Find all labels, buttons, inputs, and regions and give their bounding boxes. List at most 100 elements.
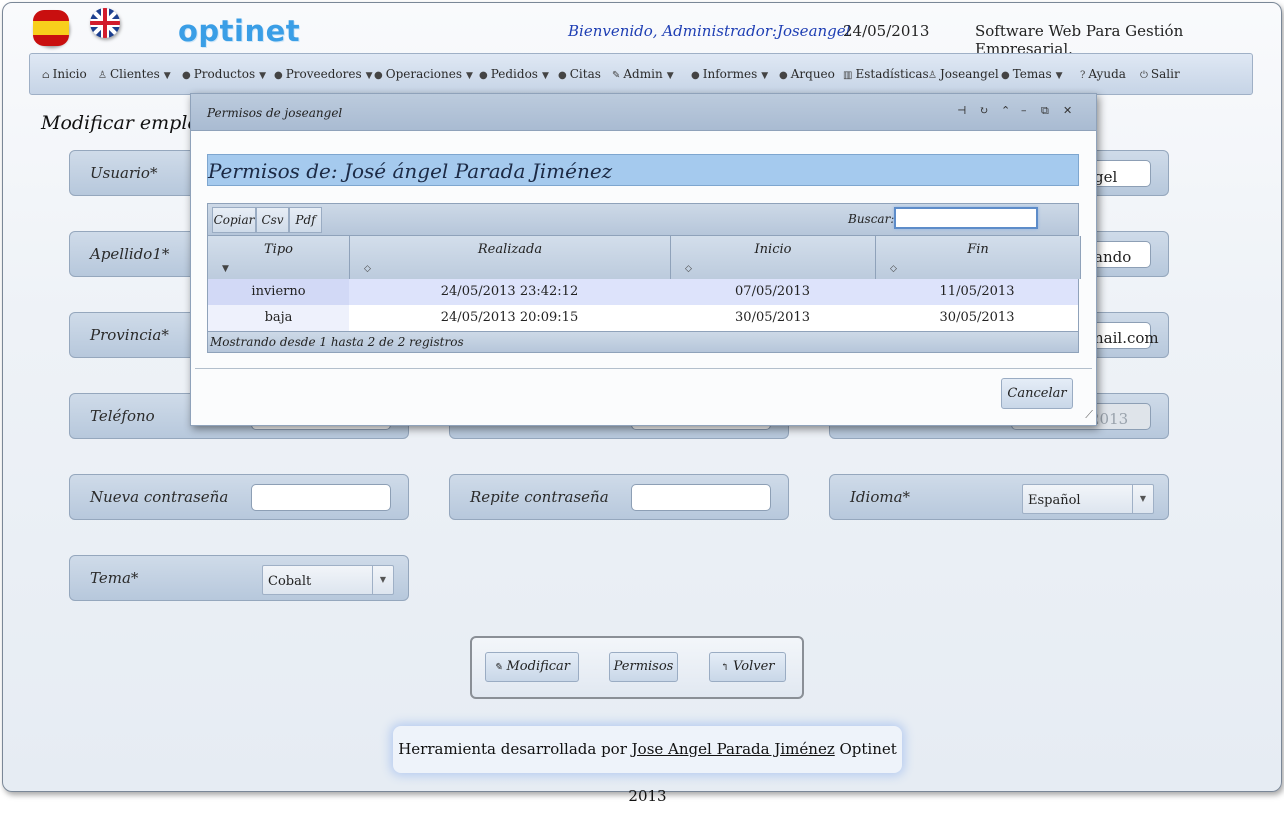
maximize-icon[interactable]: ⧉	[1041, 104, 1049, 118]
menu-informes[interactable]: ● Informes ▼	[691, 67, 768, 81]
col-inicio[interactable]: Inicio ◇	[671, 236, 876, 279]
sort-icon: ◇	[685, 264, 692, 274]
apellido1-label: Apellido1*	[90, 245, 170, 263]
idioma-select-value: Español	[1028, 493, 1081, 508]
menu-estadisticas-label: Estadísticas	[855, 67, 929, 81]
bullet-icon: ●	[374, 70, 383, 81]
col-realizada-label: Realizada	[477, 242, 543, 257]
field-idioma: Idioma* Español ▼	[829, 474, 1169, 520]
col-tipo[interactable]: Tipo ▼	[208, 236, 350, 279]
sort-icon: ◇	[364, 264, 371, 274]
menu-arqueo-label: Arqueo	[790, 67, 835, 81]
back-arrow-icon: ↰	[720, 662, 729, 673]
csv-button[interactable]: Csv	[256, 207, 289, 233]
modificar-button[interactable]: ✎ Modificar	[485, 652, 579, 682]
idioma-label: Idioma*	[850, 488, 911, 506]
menu-pedidos-label: Pedidos	[490, 67, 538, 81]
field-nueva-contrasena: Nueva contraseña	[69, 474, 409, 520]
menu-user-label: Joseangel	[939, 67, 999, 81]
chevron-down-icon: ▼	[541, 71, 549, 81]
dialog-titlebar[interactable]: Permisos de joseangel ⊣ ↻ ⌃ – ⧉ ✕	[191, 94, 1096, 131]
chevron-down-icon: ▼	[761, 71, 769, 81]
col-realizada[interactable]: Realizada ◇	[350, 236, 671, 279]
menu-clientes-label: Clientes	[109, 67, 160, 81]
cancel-button[interactable]: Cancelar	[1001, 378, 1073, 409]
menu-temas-label: Temas	[1012, 67, 1052, 81]
copiar-button[interactable]: Copiar	[212, 207, 256, 233]
chevron-down-icon: ▼	[365, 71, 373, 81]
footer-author-link[interactable]: Jose Angel Parada Jiménez	[632, 740, 835, 758]
usuario-label: Usuario*	[90, 164, 158, 182]
idioma-select[interactable]: Español ▼	[1022, 484, 1154, 514]
spanish-flag-icon[interactable]	[33, 10, 69, 46]
tema-select-value: Cobalt	[268, 574, 312, 589]
nueva-contrasena-label: Nueva contraseña	[90, 488, 229, 506]
menu-citas-label: Citas	[569, 67, 601, 81]
pin-icon[interactable]: ⊣	[957, 104, 966, 117]
table-row[interactable]: invierno 24/05/2013 23:42:12 07/05/2013 …	[207, 279, 1079, 305]
bullet-icon: ●	[558, 70, 567, 81]
chart-icon: ▥	[843, 70, 853, 81]
permisos-button[interactable]: Permisos	[609, 652, 678, 682]
menu-clientes[interactable]: ♙ Clientes ▼	[98, 67, 171, 81]
sort-icon: ◇	[890, 264, 897, 274]
cell-realizada: 24/05/2013 20:09:15	[440, 310, 579, 325]
footer: Herramienta desarrollada por Jose Angel …	[393, 726, 902, 805]
search-input[interactable]	[894, 207, 1038, 229]
cell-tipo: baja	[208, 305, 349, 331]
menu-estadisticas[interactable]: ▥ Estadísticas	[843, 67, 929, 81]
chevron-down-icon: ▼	[372, 566, 393, 594]
menu-pedidos[interactable]: ● Pedidos ▼	[479, 67, 549, 81]
telefono-label: Teléfono	[90, 407, 155, 425]
pdf-button[interactable]: Pdf	[289, 207, 322, 233]
menu-operaciones-label: Operaciones	[385, 67, 463, 81]
bullet-icon: ●	[274, 70, 283, 81]
menu-ayuda-label: Ayuda	[1088, 67, 1126, 81]
english-flag-icon[interactable]	[90, 8, 120, 38]
welcome-text: Bienvenido, Administrador:Joseangel	[568, 22, 851, 40]
menu-salir[interactable]: ⏻ Salir	[1140, 67, 1180, 81]
col-tipo-label: Tipo	[264, 242, 293, 257]
provincia-label: Provincia*	[90, 326, 169, 344]
menu-citas[interactable]: ● Citas	[558, 67, 601, 81]
footer-prefix: Herramienta desarrollada por	[398, 740, 632, 758]
chevron-down-icon: ▼	[466, 71, 473, 81]
menu-inicio[interactable]: ⌂ Inicio	[42, 67, 87, 81]
cell-fin: 30/05/2013	[939, 310, 1015, 325]
wrench-icon: ✎	[612, 70, 621, 81]
user-icon: ♙	[98, 70, 107, 81]
volver-button[interactable]: ↰ Volver	[709, 652, 786, 682]
menu-productos-label: Productos	[193, 67, 256, 81]
table-row[interactable]: baja 24/05/2013 20:09:15 30/05/2013 30/0…	[207, 305, 1079, 331]
field-repite-contrasena: Repite contraseña	[449, 474, 789, 520]
menu-admin[interactable]: ✎ Admin ▼	[612, 67, 674, 81]
tema-select[interactable]: Cobalt ▼	[262, 565, 394, 595]
chevron-down-icon: ▼	[259, 71, 267, 81]
refresh-icon[interactable]: ↻	[979, 104, 988, 117]
col-fin[interactable]: Fin ◇	[876, 236, 1080, 279]
menu-ayuda[interactable]: ? Ayuda	[1080, 67, 1126, 81]
bullet-icon: ●	[779, 70, 788, 81]
resize-grip-icon[interactable]: ⟋	[1085, 408, 1093, 422]
nueva-contrasena-input[interactable]	[251, 484, 391, 511]
menu-proveedores[interactable]: ● Proveedores ▼	[274, 67, 373, 81]
col-fin-label: Fin	[967, 242, 989, 257]
cell-realizada: 24/05/2013 23:42:12	[440, 284, 579, 299]
menu-user[interactable]: ♙ Joseangel	[928, 67, 999, 81]
col-inicio-label: Inicio	[754, 242, 792, 257]
field-tema: Tema* Cobalt ▼	[69, 555, 409, 601]
menu-operaciones[interactable]: ● Operaciones ▼	[374, 67, 473, 81]
menu-salir-label: Salir	[1150, 67, 1180, 81]
repite-contrasena-input[interactable]	[631, 484, 771, 511]
volver-label: Volver	[733, 659, 775, 674]
minimize-icon[interactable]: –	[1021, 104, 1027, 117]
menu-temas[interactable]: ● Temas ▼	[1001, 67, 1063, 81]
bullet-icon: ●	[691, 70, 700, 81]
menu-proveedores-label: Proveedores	[285, 67, 362, 81]
menu-informes-label: Informes	[702, 67, 758, 81]
collapse-icon[interactable]: ⌃	[1001, 104, 1010, 117]
menu-arqueo[interactable]: ● Arqueo	[779, 67, 835, 81]
menu-productos[interactable]: ● Productos ▼	[182, 67, 266, 81]
close-icon[interactable]: ✕	[1063, 104, 1072, 117]
email-partial-value: nail.com	[1094, 329, 1159, 347]
